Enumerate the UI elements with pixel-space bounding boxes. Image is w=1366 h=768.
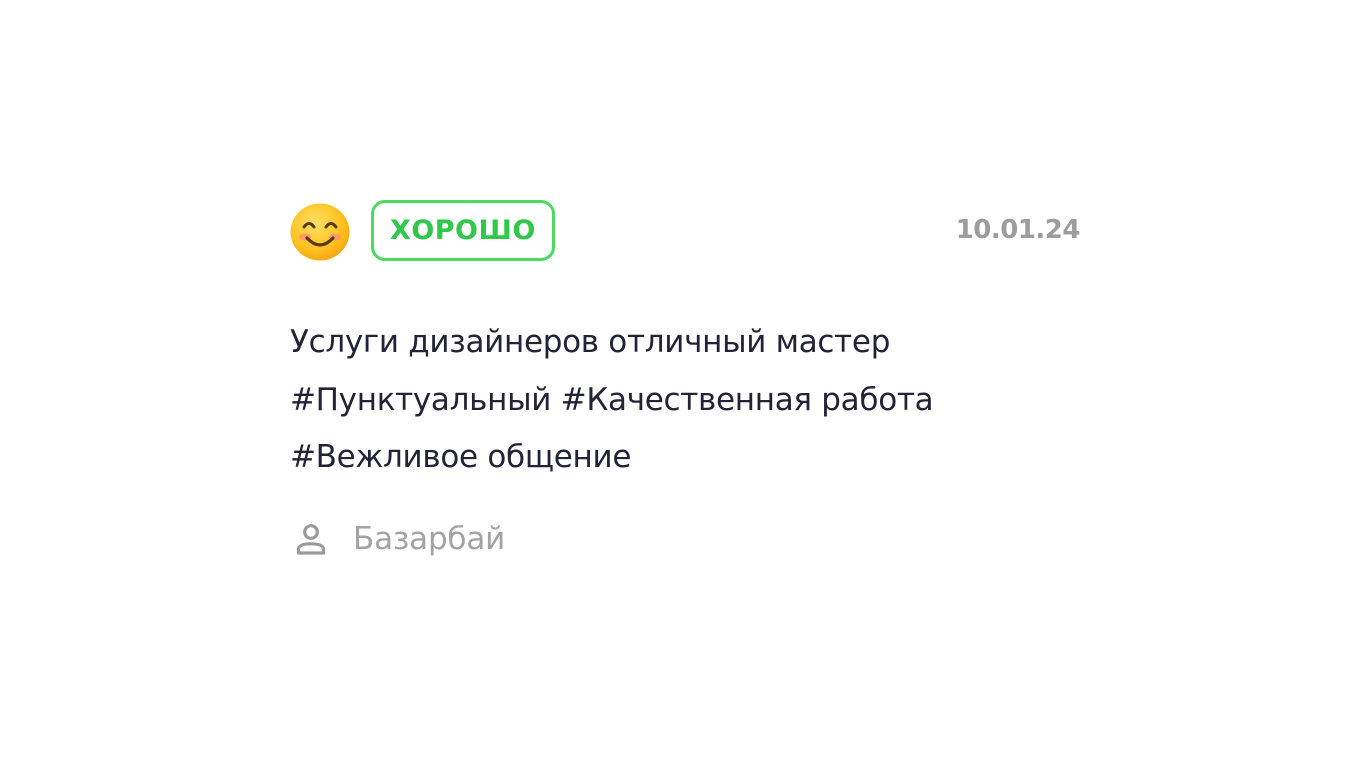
- person-icon: [293, 522, 329, 558]
- review-text: Услуги дизайнеров отличный мастер #Пункт…: [290, 324, 934, 475]
- review-date: 10.01.24: [955, 215, 1081, 245]
- review-card: ХОРОШО 10.01.24 Услуги дизайнеров отличн…: [290, 200, 1081, 560]
- review-author: Базарбай: [290, 516, 1080, 560]
- author-name: Базарбай: [353, 520, 506, 557]
- review-header: ХОРОШО 10.01.24: [290, 200, 1081, 261]
- smiling-face-icon: [290, 203, 350, 261]
- rating-badge: ХОРОШО: [371, 200, 555, 261]
